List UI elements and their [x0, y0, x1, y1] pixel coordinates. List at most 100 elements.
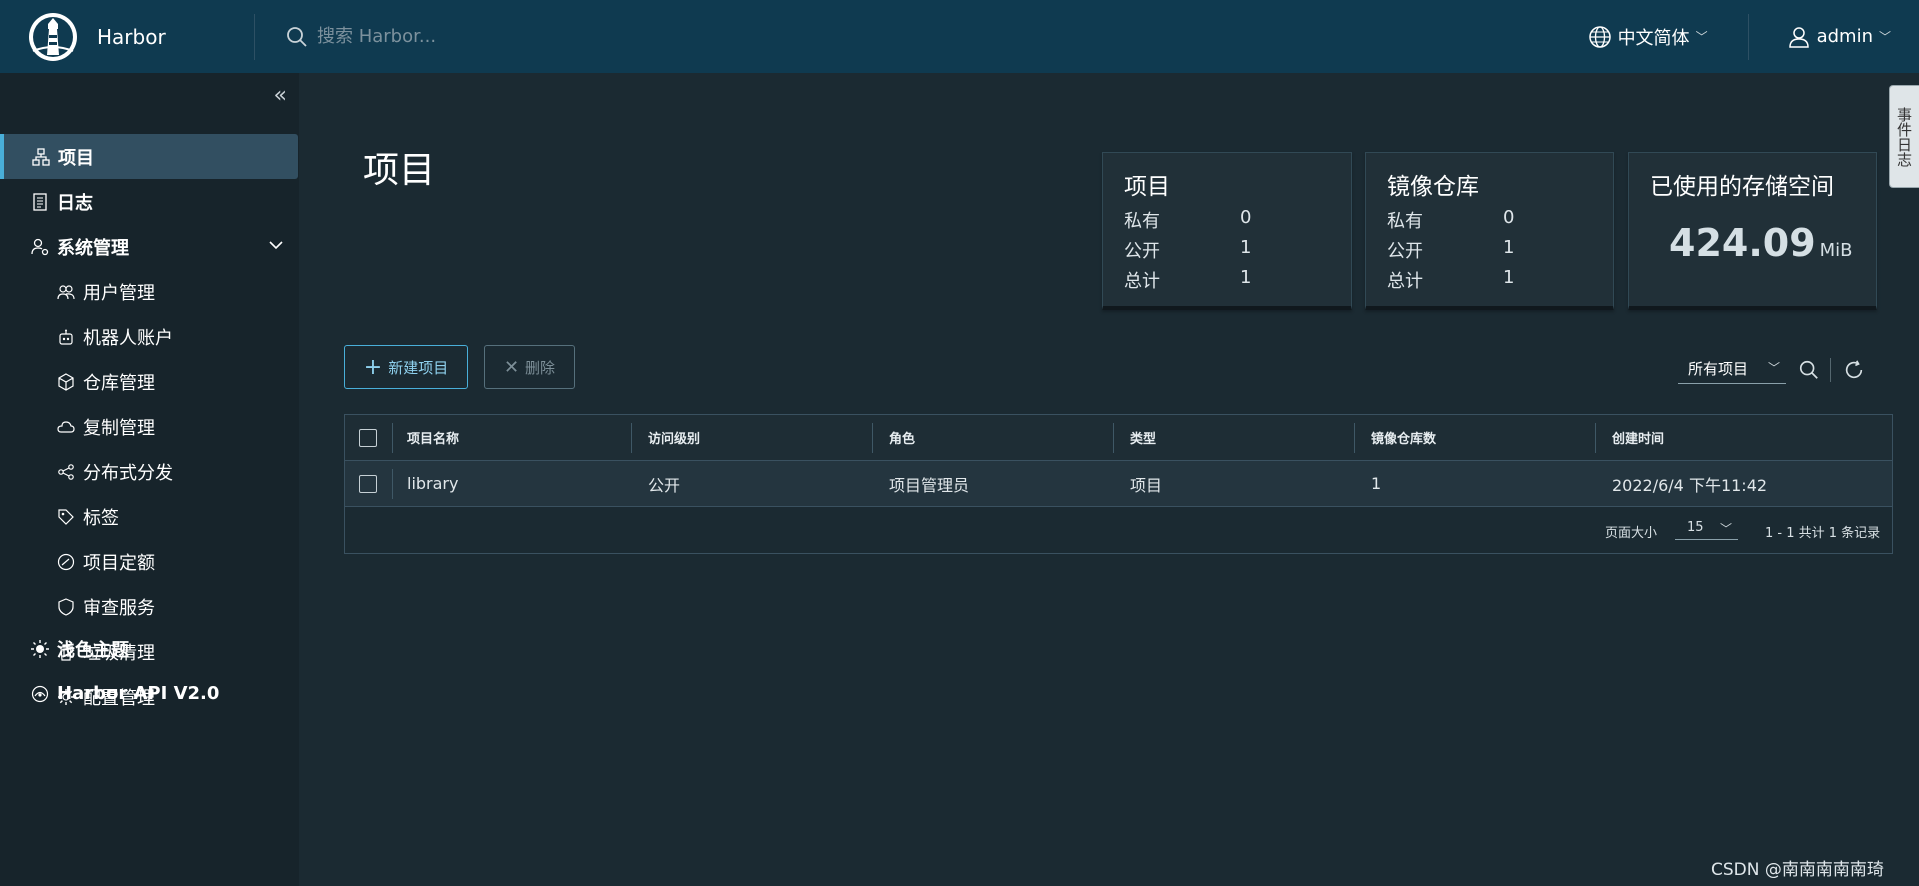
- dashboard-icon: [56, 552, 76, 572]
- main-content: 项目 项目 私有 0 公开 1 总计 1 镜像仓库 私有 0 公开 1 总计 1 已使用的存…: [299, 73, 1919, 886]
- language-selector[interactable]: 中文简体 ﹀: [1588, 24, 1708, 50]
- total-count: 1: [1503, 267, 1515, 288]
- sidebar-item-labels[interactable]: 标签: [0, 494, 299, 539]
- box-icon: [56, 372, 76, 392]
- cloud-icon: [56, 417, 76, 437]
- new-project-button[interactable]: + 新建项目: [344, 345, 468, 389]
- table-row[interactable]: library 公开 项目管理员 项目 1 2022/6/4 下午11:42: [345, 461, 1892, 507]
- public-count: 1: [1503, 237, 1515, 258]
- filter-value: 所有项目: [1688, 360, 1749, 378]
- project-name-link[interactable]: library: [407, 474, 458, 493]
- delete-button[interactable]: ✕ 删除: [484, 345, 575, 389]
- sidebar-item-scanners[interactable]: 审查服务: [0, 584, 299, 629]
- refresh-icon[interactable]: [1843, 359, 1865, 381]
- sidebar-item-label: 审查服务: [83, 597, 155, 619]
- repos-summary-card: 镜像仓库 私有 0 公开 1 总计 1: [1365, 152, 1614, 310]
- project-filter-select[interactable]: 所有项目 ﹀: [1678, 356, 1786, 384]
- search-input[interactable]: [315, 25, 639, 48]
- event-log-tab[interactable]: 事件日志: [1889, 85, 1919, 188]
- api-link[interactable]: Harbor API V2.0: [0, 671, 299, 716]
- cell-repo-count: 1: [1371, 474, 1382, 493]
- select-all-checkbox[interactable]: [359, 429, 377, 447]
- sidebar-item-admin[interactable]: 系统管理: [0, 224, 299, 269]
- page-size-select[interactable]: 15 ﹀: [1675, 518, 1738, 540]
- search-icon[interactable]: [1798, 359, 1820, 381]
- sidebar-item-logs[interactable]: 日志: [0, 179, 299, 224]
- cell-type: 项目: [1130, 475, 1163, 495]
- new-project-label: 新建项目: [388, 358, 449, 377]
- storage-value: 424.09 MiB: [1669, 221, 1853, 265]
- chevron-down-icon: ﹀: [1767, 361, 1780, 375]
- top-header: Harbor 中文简体 ﹀ admin ﹀: [0, 0, 1919, 73]
- collapse-sidebar-icon[interactable]: «: [274, 83, 287, 108]
- total-label: 总计: [1387, 271, 1423, 292]
- chevron-down-icon: ﹀: [1878, 30, 1891, 44]
- sidebar-bottom: 浅色主题 Harbor API V2.0: [0, 626, 299, 716]
- table-header: 项目名称 访问级别 角色 类型 镜像仓库数 创建时间: [345, 415, 1892, 461]
- shield-icon: [56, 597, 76, 617]
- sidebar-item-quotas[interactable]: 项目定额: [0, 539, 299, 584]
- storage-summary-card: 已使用的存储空间 424.09 MiB: [1628, 152, 1877, 310]
- sidebar-item-label: 分布式分发: [83, 462, 173, 484]
- watermark: CSDN @南南南南南琦: [1711, 860, 1884, 880]
- toolbar-divider: [1830, 358, 1831, 382]
- column-divider: [872, 423, 873, 453]
- chevron-down-icon: ﹀: [1719, 522, 1732, 536]
- public-count: 1: [1240, 237, 1252, 258]
- user-icon: [1788, 26, 1809, 48]
- record-count: 1 - 1 共计 1 条记录: [1765, 526, 1881, 541]
- chevron-down-icon: ﹀: [1695, 30, 1708, 44]
- sidebar-item-label: 项目: [58, 147, 94, 169]
- column-divider: [631, 423, 632, 453]
- cell-access: 公开: [648, 475, 681, 495]
- private-row: 私有 0: [1387, 207, 1514, 233]
- users-icon: [56, 282, 76, 302]
- api-icon: [30, 684, 50, 704]
- sidebar-item-label: 仓库管理: [83, 372, 155, 394]
- row-checkbox[interactable]: [359, 475, 377, 493]
- admin-icon: [30, 237, 50, 257]
- theme-label: 浅色主题: [57, 639, 129, 661]
- column-header-type[interactable]: 类型: [1130, 428, 1156, 447]
- sidebar-item-replications[interactable]: 复制管理: [0, 404, 299, 449]
- total-label: 总计: [1124, 271, 1160, 292]
- projects-summary-card: 项目 私有 0 公开 1 总计 1: [1102, 152, 1352, 310]
- column-header-name[interactable]: 项目名称: [407, 428, 459, 447]
- column-header-role[interactable]: 角色: [889, 428, 915, 447]
- global-search[interactable]: [285, 25, 1588, 49]
- user-menu[interactable]: admin ﹀: [1787, 25, 1891, 49]
- sidebar-item-robots[interactable]: 机器人账户: [0, 314, 299, 359]
- private-count: 0: [1503, 207, 1515, 228]
- private-count: 0: [1240, 207, 1252, 228]
- page-size-label: 页面大小: [1605, 526, 1658, 541]
- public-label: 公开: [1387, 241, 1423, 262]
- search-icon: [287, 26, 307, 47]
- private-row: 私有 0: [1124, 207, 1251, 233]
- brand[interactable]: Harbor: [0, 0, 254, 73]
- sidebar-item-users[interactable]: 用户管理: [0, 269, 299, 314]
- theme-toggle[interactable]: 浅色主题: [0, 626, 299, 671]
- brand-name: Harbor: [97, 24, 166, 49]
- column-divider: [392, 423, 393, 453]
- tag-icon: [56, 507, 76, 527]
- column-divider: [392, 469, 393, 499]
- storage-number: 424.09: [1669, 221, 1816, 265]
- public-row: 公开 1: [1387, 237, 1514, 263]
- page-size-value: 15: [1687, 520, 1704, 535]
- sidebar-item-label: 用户管理: [83, 282, 155, 304]
- delete-label: 删除: [525, 358, 556, 377]
- sidebar-item-distribution[interactable]: 分布式分发: [0, 449, 299, 494]
- public-row: 公开 1: [1124, 237, 1251, 263]
- plus-icon: +: [363, 354, 383, 380]
- column-header-created[interactable]: 创建时间: [1612, 428, 1664, 447]
- sidebar-item-registries[interactable]: 仓库管理: [0, 359, 299, 404]
- sidebar-item-projects[interactable]: 项目: [0, 134, 298, 179]
- header-divider: [254, 13, 255, 60]
- projects-icon: [31, 147, 51, 167]
- total-count: 1: [1240, 267, 1252, 288]
- projects-table: 项目名称 访问级别 角色 类型 镜像仓库数 创建时间 library 公开 项目…: [344, 414, 1893, 554]
- close-icon: ✕: [503, 356, 520, 378]
- private-label: 私有: [1124, 211, 1160, 232]
- column-header-repo-count[interactable]: 镜像仓库数: [1371, 428, 1436, 447]
- column-header-access[interactable]: 访问级别: [648, 428, 700, 447]
